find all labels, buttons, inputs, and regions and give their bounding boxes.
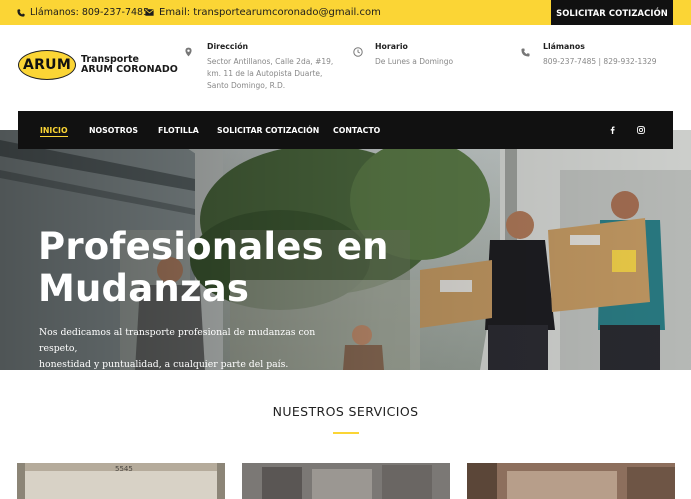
logo-line2: ARUM CORONADO bbox=[81, 64, 178, 75]
hero-subtitle-line: honestidad y puntualidad, a cualquier pa… bbox=[39, 359, 289, 370]
service-card-image bbox=[467, 463, 675, 499]
services-divider bbox=[333, 432, 359, 434]
hero-title-line: Profesionales en bbox=[38, 225, 389, 268]
nav-item-contacto[interactable]: CONTACTO bbox=[333, 111, 380, 149]
map-pin-icon bbox=[185, 44, 192, 62]
address-line: Santo Domingo, R.D. bbox=[207, 81, 286, 90]
call-value[interactable]: 809-237-7485 | 829-932-1329 bbox=[543, 56, 657, 68]
service-card-label: 5545 bbox=[115, 465, 133, 473]
hero-title-line: Mudanzas bbox=[38, 267, 250, 310]
hero-title: Profesionales en Mudanzas bbox=[38, 226, 398, 310]
logo-text: Transporte ARUM CORONADO bbox=[81, 55, 178, 75]
phone-icon bbox=[17, 8, 25, 17]
hours-label: Horario bbox=[375, 42, 408, 51]
address-label: Dirección bbox=[207, 42, 249, 51]
phone-icon bbox=[521, 44, 530, 62]
topbar-email[interactable]: Email: transportearumcoronado@gmail.com bbox=[145, 0, 381, 25]
nav-item-inicio[interactable]: INICIO bbox=[40, 111, 68, 149]
address-line: km. 11 de la Autopista Duarte, bbox=[207, 69, 323, 78]
service-card-image bbox=[242, 463, 450, 499]
service-card[interactable] bbox=[242, 463, 450, 499]
request-quote-button[interactable]: SOLICITAR COTIZACIÓN bbox=[551, 0, 673, 25]
service-card-image: 5545 bbox=[17, 463, 225, 499]
nav-item-nosotros[interactable]: NOSOTROS bbox=[89, 111, 138, 149]
envelope-icon bbox=[145, 9, 154, 16]
address-line: Sector Antillanos, Calle 2da, #19, bbox=[207, 57, 334, 66]
nav-item-flotilla[interactable]: FLOTILLA bbox=[158, 111, 199, 149]
logo-mark: ARUM bbox=[18, 50, 76, 80]
nav-item-solicitar-cotizacion[interactable]: SOLICITAR COTIZACIÓN bbox=[217, 111, 319, 149]
services-title: NUESTROS SERVICIOS bbox=[272, 404, 419, 419]
hero-subtitle: Nos dedicamos al transporte profesional … bbox=[39, 325, 339, 373]
address-value: Sector Antillanos, Calle 2da, #19, km. 1… bbox=[207, 56, 333, 92]
topbar-phone[interactable]: Llámanos: 809-237-7485 bbox=[17, 0, 149, 25]
main-nav: INICIO NOSOTROS FLOTILLA SOLICITAR COTIZ… bbox=[18, 111, 673, 149]
topbar-email-text: Email: transportearumcoronado@gmail.com bbox=[159, 7, 381, 18]
clock-icon bbox=[353, 44, 363, 62]
hero-subtitle-line: Nos dedicamos al transporte profesional … bbox=[39, 327, 316, 354]
service-card[interactable]: 5545 bbox=[17, 463, 225, 499]
instagram-icon[interactable] bbox=[637, 111, 645, 149]
top-bar: Llámanos: 809-237-7485 Email: transporte… bbox=[0, 0, 691, 25]
hours-value: De Lunes a Domingo bbox=[375, 57, 454, 66]
service-card[interactable] bbox=[467, 463, 675, 499]
logo[interactable]: ARUM Transporte ARUM CORONADO bbox=[18, 50, 178, 80]
topbar-phone-text: Llámanos: 809-237-7485 bbox=[30, 7, 150, 18]
call-label: Llámanos bbox=[543, 42, 585, 51]
facebook-icon[interactable] bbox=[610, 111, 615, 149]
